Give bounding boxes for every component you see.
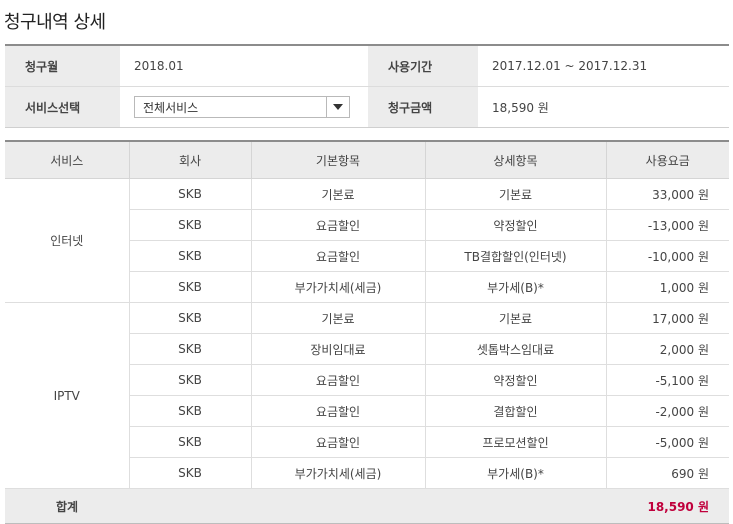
detail-item-cell: 프로모션할인	[424, 426, 606, 458]
detail-item-cell: TB결합할인(인터넷)	[424, 240, 606, 272]
detail-item-cell: 셋톱박스임대료	[424, 333, 606, 365]
company-cell: SKB	[128, 240, 251, 272]
billing-month-value: 2018.01	[120, 45, 368, 87]
company-cell: SKB	[128, 457, 251, 489]
company-cell: SKB	[128, 302, 251, 334]
basic-item-cell: 부가가치세(세금)	[250, 271, 425, 303]
fee-cell: 1,000 원	[605, 271, 729, 303]
detail-item-cell: 약정할인	[424, 364, 606, 396]
billing-detail-table: 서비스 회사 기본항목 상세항목 사용요금 인터넷 SKB 기본료 기본료 33…	[5, 140, 729, 524]
basic-item-cell: 요금할인	[250, 240, 425, 272]
basic-item-cell: 부가가치세(세금)	[250, 457, 425, 489]
company-cell: SKB	[128, 395, 251, 427]
service-select-value: 전체서비스	[143, 100, 199, 115]
service-select-cell: 전체서비스	[120, 87, 368, 128]
column-header-detail-item: 상세항목	[424, 141, 606, 179]
company-cell: SKB	[128, 426, 251, 458]
detail-item-cell: 부가세(B)*	[424, 457, 606, 489]
detail-item-cell: 기본료	[424, 302, 606, 334]
detail-item-cell: 결합할인	[424, 395, 606, 427]
company-cell: SKB	[128, 271, 251, 303]
company-cell: SKB	[128, 333, 251, 365]
company-cell: SKB	[128, 364, 251, 396]
detail-item-cell: 기본료	[424, 178, 606, 210]
select-dropdown-button[interactable]	[326, 97, 349, 117]
detail-item-cell: 부가세(B)*	[424, 271, 606, 303]
page-title: 청구내역 상세	[4, 12, 106, 33]
service-name-cell: IPTV	[5, 302, 129, 489]
billing-amount-label: 청구금액	[368, 86, 478, 128]
fee-cell: 690 원	[605, 457, 729, 489]
basic-item-cell: 기본료	[250, 302, 425, 334]
column-header-usage-fee: 사용요금	[605, 141, 729, 179]
column-header-service: 서비스	[5, 141, 129, 179]
basic-item-cell: 요금할인	[250, 364, 425, 396]
basic-item-cell: 장비임대료	[250, 333, 425, 365]
usage-period-label: 사용기간	[368, 45, 478, 87]
basic-item-cell: 요금할인	[250, 426, 425, 458]
service-select-label: 서비스선택	[5, 86, 120, 128]
fee-cell: -5,000 원	[605, 426, 729, 458]
table-row: IPTV SKB 기본료 기본료 17,000 원	[5, 302, 729, 489]
usage-period-value: 2017.12.01 ~ 2017.12.31	[478, 45, 729, 87]
fee-cell: -2,000 원	[605, 395, 729, 427]
total-amount: 18,590 원	[606, 488, 729, 524]
column-header-company: 회사	[128, 141, 251, 179]
detail-item-cell: 약정할인	[424, 209, 606, 241]
total-row: 합계 18,590 원	[5, 488, 729, 524]
basic-item-cell: 요금할인	[250, 395, 425, 427]
table-header-row: 서비스 회사 기본항목 상세항목 사용요금	[5, 141, 729, 179]
fee-cell: -13,000 원	[605, 209, 729, 241]
fee-cell: 33,000 원	[605, 178, 729, 210]
total-label: 합계	[5, 488, 129, 524]
fee-cell: -5,100 원	[605, 364, 729, 396]
fee-cell: -10,000 원	[605, 240, 729, 272]
fee-cell: 2,000 원	[605, 333, 729, 365]
column-header-basic-item: 기본항목	[250, 141, 425, 179]
total-spacer	[129, 488, 606, 524]
basic-item-cell: 요금할인	[250, 209, 425, 241]
info-row: 청구월 2018.01 사용기간 2017.12.01 ~ 2017.12.31	[5, 45, 729, 87]
billing-amount-value: 18,590 원	[492, 100, 549, 115]
caret-down-icon	[333, 104, 343, 110]
billing-info-table: 청구월 2018.01 사용기간 2017.12.01 ~ 2017.12.31…	[5, 44, 729, 128]
service-name-cell: 인터넷	[5, 178, 129, 303]
billing-month-label: 청구월	[5, 45, 120, 87]
table-row: 인터넷 SKB 기본료 기본료 33,000 원	[5, 178, 729, 303]
info-row: 서비스선택 전체서비스 청구금액 18,590 원	[5, 86, 729, 128]
service-select[interactable]: 전체서비스	[134, 96, 350, 118]
basic-item-cell: 기본료	[250, 178, 425, 210]
company-cell: SKB	[128, 209, 251, 241]
company-cell: SKB	[128, 178, 251, 210]
fee-cell: 17,000 원	[605, 302, 729, 334]
